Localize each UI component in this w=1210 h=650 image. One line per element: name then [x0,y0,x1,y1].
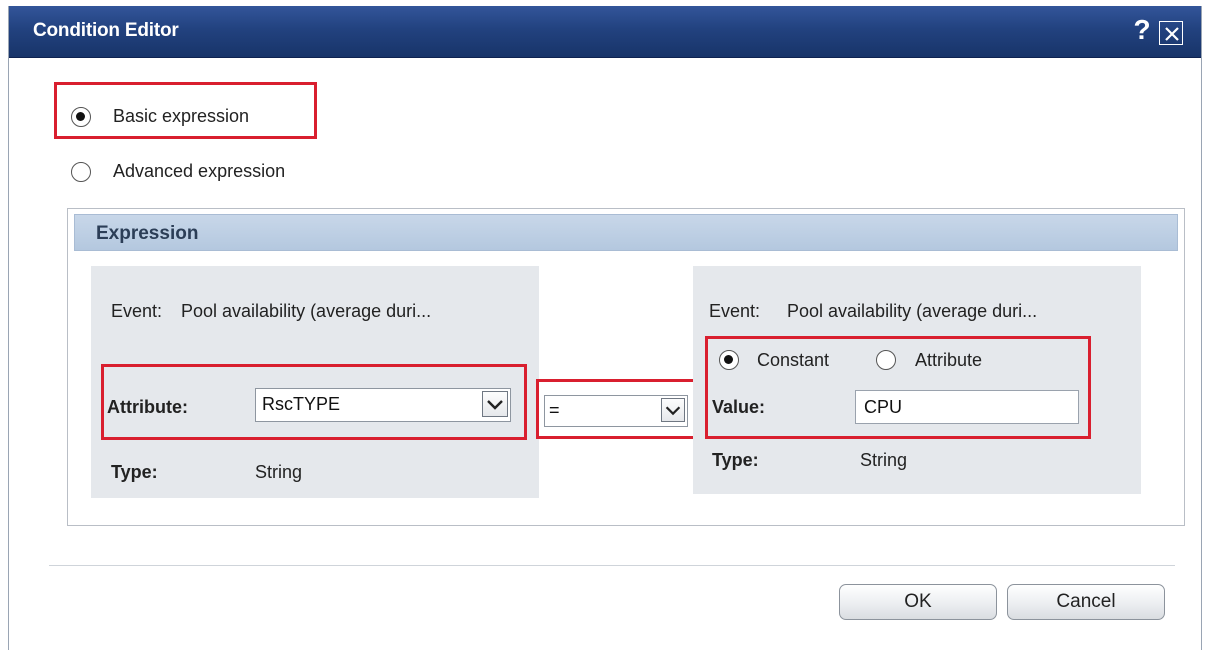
right-event-label: Event: [709,301,761,321]
ok-button[interactable]: OK [839,584,997,620]
left-event-value: Pool availability (average duri... [181,301,432,321]
left-type-value: String [255,462,303,482]
constant-radio[interactable] [719,350,739,370]
constant-label[interactable]: Constant [757,350,829,371]
help-icon[interactable]: ? [1130,15,1154,45]
right-event-value: Pool availability (average duri... [787,301,1038,321]
value-label: Value: [712,397,766,417]
title-bar[interactable]: Condition Editor ? [9,6,1201,58]
expression-header-label: Expression [96,223,199,244]
attribute-label: Attribute: [107,397,188,417]
footer-divider [49,565,1175,566]
value-input-field[interactable] [856,391,1078,423]
operator-dropdown-value: = [549,400,560,420]
operator-dropdown[interactable]: = [544,395,688,427]
right-type-value: String [860,450,908,470]
chevron-down-icon[interactable] [482,391,508,417]
value-input[interactable] [855,390,1079,424]
attribute-radio[interactable] [876,350,896,370]
advanced-expression-radio[interactable] [71,162,91,182]
dialog-title: Condition Editor [33,20,179,41]
attribute-dropdown-value: RscTYPE [262,394,341,414]
advanced-expression-label[interactable]: Advanced expression [113,161,285,182]
right-type-label: Type: [712,450,759,470]
left-event-label: Event: [111,301,163,321]
cancel-button[interactable]: Cancel [1007,584,1165,620]
condition-editor-dialog: Condition Editor ? Basic expression Adva… [8,6,1202,650]
chevron-down-icon[interactable] [661,398,685,422]
basic-expression-radio[interactable] [71,107,91,127]
left-type-label: Type: [111,462,158,482]
close-icon[interactable] [1159,21,1183,45]
basic-expression-label[interactable]: Basic expression [113,106,249,127]
expression-group-header: Expression [74,214,1178,251]
attribute-dropdown[interactable]: RscTYPE [255,388,511,422]
attribute-radio-label[interactable]: Attribute [915,350,982,371]
